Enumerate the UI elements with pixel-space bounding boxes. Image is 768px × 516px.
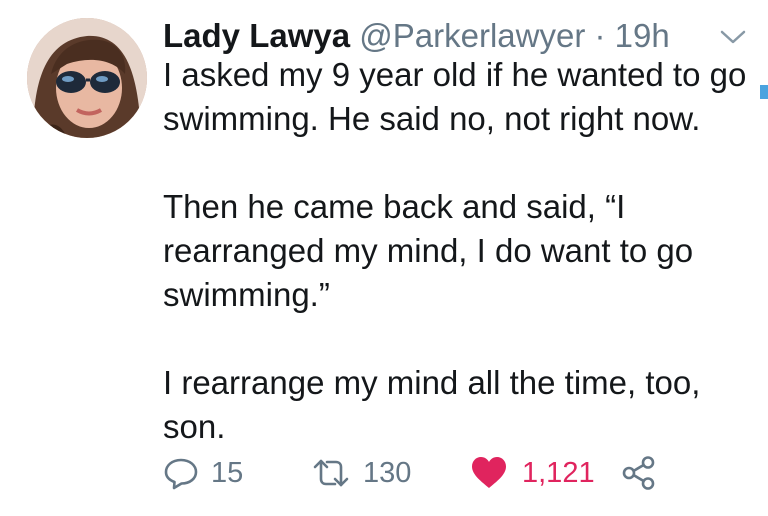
like-count: 1,121 [522, 456, 595, 489]
tweet-paragraph: Then he came back and said, “I rearrange… [163, 188, 694, 313]
separator-dot: · [594, 17, 606, 54]
user-handle[interactable]: @Parkerlawyer [359, 17, 585, 54]
avatar[interactable] [27, 18, 147, 138]
retweet-count: 130 [363, 456, 412, 489]
share-button[interactable] [621, 450, 657, 496]
reply-count: 15 [211, 456, 244, 489]
share-icon [622, 456, 655, 490]
heart-icon [472, 457, 506, 488]
reply-icon [164, 458, 198, 490]
like-button[interactable]: 1,121 [470, 450, 595, 496]
reply-button[interactable]: 15 [163, 450, 243, 496]
tweet-paragraph: I asked my 9 year old if he wanted to go… [163, 56, 747, 137]
tweet-timestamp[interactable]: 19h [615, 17, 670, 54]
chevron-down-icon [720, 30, 746, 44]
display-name[interactable]: Lady Lawya [163, 17, 350, 54]
edge-indicator [760, 85, 768, 99]
retweet-icon [313, 459, 349, 487]
tweet-text: I asked my 9 year old if he wanted to go… [163, 53, 753, 449]
tweet-actions: 15 130 1,121 [163, 450, 683, 496]
avatar-image [27, 18, 147, 138]
tweet-paragraph: I rearrange my mind all the time, too, s… [163, 364, 701, 445]
retweet-button[interactable]: 130 [311, 450, 411, 496]
tweet-header: Lady Lawya @Parkerlawyer · 19h [163, 14, 703, 58]
more-options-button[interactable] [718, 27, 748, 47]
